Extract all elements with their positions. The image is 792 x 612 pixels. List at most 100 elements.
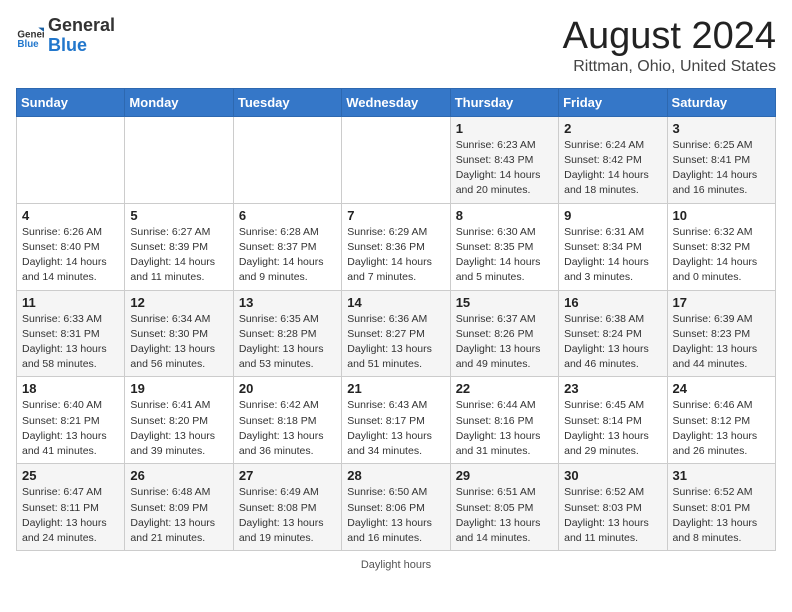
- day-info: Sunrise: 6:49 AM Sunset: 8:08 PM Dayligh…: [239, 485, 336, 546]
- day-number: 18: [22, 381, 119, 396]
- logo-general-text: General: [48, 15, 115, 35]
- calendar-cell: 17 Sunrise: 6:39 AM Sunset: 8:23 PM Dayli…: [667, 290, 775, 377]
- page-header: General Blue General Blue August 2024 Ri…: [16, 16, 776, 76]
- day-info: Sunrise: 6:42 AM Sunset: 8:18 PM Dayligh…: [239, 398, 336, 459]
- day-number: 15: [456, 295, 553, 310]
- day-info: Sunrise: 6:34 AM Sunset: 8:30 PM Dayligh…: [130, 312, 227, 373]
- day-number: 16: [564, 295, 661, 310]
- day-info: Sunrise: 6:37 AM Sunset: 8:26 PM Dayligh…: [456, 312, 553, 373]
- day-info: Sunrise: 6:27 AM Sunset: 8:39 PM Dayligh…: [130, 225, 227, 286]
- calendar-cell: 14 Sunrise: 6:36 AM Sunset: 8:27 PM Dayli…: [342, 290, 450, 377]
- calendar-cell: [125, 116, 233, 203]
- day-info: Sunrise: 6:24 AM Sunset: 8:42 PM Dayligh…: [564, 138, 661, 199]
- day-number: 12: [130, 295, 227, 310]
- day-info: Sunrise: 6:33 AM Sunset: 8:31 PM Dayligh…: [22, 312, 119, 373]
- day-info: Sunrise: 6:50 AM Sunset: 8:06 PM Dayligh…: [347, 485, 444, 546]
- day-number: 8: [456, 208, 553, 223]
- day-info: Sunrise: 6:23 AM Sunset: 8:43 PM Dayligh…: [456, 138, 553, 199]
- day-info: Sunrise: 6:31 AM Sunset: 8:34 PM Dayligh…: [564, 225, 661, 286]
- calendar-cell: 8 Sunrise: 6:30 AM Sunset: 8:35 PM Daylig…: [450, 203, 558, 290]
- calendar-cell: 3 Sunrise: 6:25 AM Sunset: 8:41 PM Daylig…: [667, 116, 775, 203]
- day-number: 11: [22, 295, 119, 310]
- calendar-week-row: 18 Sunrise: 6:40 AM Sunset: 8:21 PM Dayli…: [17, 377, 776, 464]
- day-number: 9: [564, 208, 661, 223]
- title-area: August 2024 Rittman, Ohio, United States: [563, 16, 776, 76]
- day-info: Sunrise: 6:43 AM Sunset: 8:17 PM Dayligh…: [347, 398, 444, 459]
- day-info: Sunrise: 6:25 AM Sunset: 8:41 PM Dayligh…: [673, 138, 770, 199]
- calendar-cell: 28 Sunrise: 6:50 AM Sunset: 8:06 PM Dayli…: [342, 464, 450, 551]
- logo-icon: General Blue: [16, 22, 44, 50]
- day-info: Sunrise: 6:36 AM Sunset: 8:27 PM Dayligh…: [347, 312, 444, 373]
- calendar-cell: 23 Sunrise: 6:45 AM Sunset: 8:14 PM Dayli…: [559, 377, 667, 464]
- calendar-cell: 25 Sunrise: 6:47 AM Sunset: 8:11 PM Dayli…: [17, 464, 125, 551]
- day-info: Sunrise: 6:45 AM Sunset: 8:14 PM Dayligh…: [564, 398, 661, 459]
- day-number: 3: [673, 121, 770, 136]
- day-info: Sunrise: 6:32 AM Sunset: 8:32 PM Dayligh…: [673, 225, 770, 286]
- calendar-cell: 5 Sunrise: 6:27 AM Sunset: 8:39 PM Daylig…: [125, 203, 233, 290]
- calendar-cell: 16Sunrise: 6:38 AM Sunset: 8:24 PM Dayli…: [559, 290, 667, 377]
- day-number: 28: [347, 468, 444, 483]
- calendar-cell: 7 Sunrise: 6:29 AM Sunset: 8:36 PM Daylig…: [342, 203, 450, 290]
- day-info: Sunrise: 6:28 AM Sunset: 8:37 PM Dayligh…: [239, 225, 336, 286]
- calendar-cell: 10Sunrise: 6:32 AM Sunset: 8:32 PM Dayli…: [667, 203, 775, 290]
- location-subtitle: Rittman, Ohio, United States: [563, 58, 776, 76]
- day-info: Sunrise: 6:30 AM Sunset: 8:35 PM Dayligh…: [456, 225, 553, 286]
- calendar-cell: 22Sunrise: 6:44 AM Sunset: 8:16 PM Dayli…: [450, 377, 558, 464]
- calendar-cell: 2 Sunrise: 6:24 AM Sunset: 8:42 PM Daylig…: [559, 116, 667, 203]
- calendar-cell: 11 Sunrise: 6:33 AM Sunset: 8:31 PM Dayli…: [17, 290, 125, 377]
- calendar-cell: 4Sunrise: 6:26 AM Sunset: 8:40 PM Daylig…: [17, 203, 125, 290]
- day-number: 17: [673, 295, 770, 310]
- calendar-cell: 30Sunrise: 6:52 AM Sunset: 8:03 PM Dayli…: [559, 464, 667, 551]
- day-number: 6: [239, 208, 336, 223]
- day-number: 21: [347, 381, 444, 396]
- day-number: 14: [347, 295, 444, 310]
- calendar-cell: 13Sunrise: 6:35 AM Sunset: 8:28 PM Dayli…: [233, 290, 341, 377]
- day-number: 22: [456, 381, 553, 396]
- calendar-cell: 27Sunrise: 6:49 AM Sunset: 8:08 PM Dayli…: [233, 464, 341, 551]
- calendar-day-header: Monday: [125, 88, 233, 116]
- calendar-cell: 19Sunrise: 6:41 AM Sunset: 8:20 PM Dayli…: [125, 377, 233, 464]
- calendar-week-row: 1 Sunrise: 6:23 AM Sunset: 8:43 PM Daylig…: [17, 116, 776, 203]
- day-info: Sunrise: 6:46 AM Sunset: 8:12 PM Dayligh…: [673, 398, 770, 459]
- calendar-cell: [342, 116, 450, 203]
- calendar-cell: 20 Sunrise: 6:42 AM Sunset: 8:18 PM Dayli…: [233, 377, 341, 464]
- day-info: Sunrise: 6:39 AM Sunset: 8:23 PM Dayligh…: [673, 312, 770, 373]
- day-number: 25: [22, 468, 119, 483]
- day-number: 24: [673, 381, 770, 396]
- calendar-week-row: 4Sunrise: 6:26 AM Sunset: 8:40 PM Daylig…: [17, 203, 776, 290]
- day-info: Sunrise: 6:26 AM Sunset: 8:40 PM Dayligh…: [22, 225, 119, 286]
- calendar-cell: 12 Sunrise: 6:34 AM Sunset: 8:30 PM Dayli…: [125, 290, 233, 377]
- calendar-cell: 24 Sunrise: 6:46 AM Sunset: 8:12 PM Dayli…: [667, 377, 775, 464]
- day-number: 2: [564, 121, 661, 136]
- calendar-day-header: Tuesday: [233, 88, 341, 116]
- calendar-cell: [17, 116, 125, 203]
- calendar-cell: 29Sunrise: 6:51 AM Sunset: 8:05 PM Dayli…: [450, 464, 558, 551]
- calendar-day-header: Sunday: [17, 88, 125, 116]
- day-info: Sunrise: 6:40 AM Sunset: 8:21 PM Dayligh…: [22, 398, 119, 459]
- day-info: Sunrise: 6:35 AM Sunset: 8:28 PM Dayligh…: [239, 312, 336, 373]
- day-number: 23: [564, 381, 661, 396]
- day-info: Sunrise: 6:47 AM Sunset: 8:11 PM Dayligh…: [22, 485, 119, 546]
- day-info: Sunrise: 6:29 AM Sunset: 8:36 PM Dayligh…: [347, 225, 444, 286]
- month-year-title: August 2024: [563, 16, 776, 58]
- calendar-day-header: Saturday: [667, 88, 775, 116]
- day-number: 26: [130, 468, 227, 483]
- day-number: 5: [130, 208, 227, 223]
- day-info: Sunrise: 6:41 AM Sunset: 8:20 PM Dayligh…: [130, 398, 227, 459]
- calendar-header-row: SundayMondayTuesdayWednesdayThursdayFrid…: [17, 88, 776, 116]
- calendar-cell: 1 Sunrise: 6:23 AM Sunset: 8:43 PM Daylig…: [450, 116, 558, 203]
- day-number: 1: [456, 121, 553, 136]
- svg-text:Blue: Blue: [17, 39, 39, 50]
- daylight-hours-label: Daylight hours: [361, 559, 431, 571]
- day-info: Sunrise: 6:48 AM Sunset: 8:09 PM Dayligh…: [130, 485, 227, 546]
- day-info: Sunrise: 6:51 AM Sunset: 8:05 PM Dayligh…: [456, 485, 553, 546]
- day-number: 20: [239, 381, 336, 396]
- calendar-week-row: 25 Sunrise: 6:47 AM Sunset: 8:11 PM Dayli…: [17, 464, 776, 551]
- calendar-table: SundayMondayTuesdayWednesdayThursdayFrid…: [16, 88, 776, 551]
- calendar-cell: 15 Sunrise: 6:37 AM Sunset: 8:26 PM Dayli…: [450, 290, 558, 377]
- calendar-cell: 26 Sunrise: 6:48 AM Sunset: 8:09 PM Dayli…: [125, 464, 233, 551]
- logo: General Blue General Blue: [16, 16, 115, 56]
- calendar-day-header: Thursday: [450, 88, 558, 116]
- day-number: 7: [347, 208, 444, 223]
- logo-blue-text: Blue: [48, 35, 87, 55]
